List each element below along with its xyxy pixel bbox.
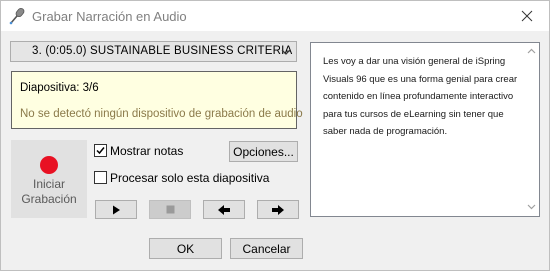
start-recording-label: Iniciar Grabación — [21, 177, 77, 206]
microphone-icon — [9, 7, 25, 25]
this-slide-only-checkbox[interactable] — [94, 171, 107, 184]
options-button[interactable]: Opciones... — [229, 141, 298, 162]
arrow-left-icon — [218, 204, 230, 215]
next-slide-button[interactable] — [257, 200, 299, 219]
notes-text: Les voy a dar una visión general de iSpr… — [323, 56, 518, 137]
close-button[interactable] — [505, 1, 549, 31]
show-notes-label[interactable]: Mostrar notas — [110, 144, 183, 158]
slide-counter: Diapositiva: 3/6 — [20, 82, 99, 94]
record-dot-icon — [40, 156, 58, 174]
checkmark-icon — [96, 147, 105, 155]
slide-select-value: 3. (0:05.0) SUSTAINABLE BUSINESS CRITERI… — [32, 45, 293, 57]
cancel-button[interactable]: Cancelar — [230, 238, 303, 259]
title-bar: Grabar Narración en Audio — [1, 1, 549, 31]
arrow-right-icon — [272, 204, 284, 215]
this-slide-only-label[interactable]: Procesar solo esta diapositiva — [110, 171, 269, 185]
chevron-down-icon — [281, 49, 291, 55]
close-icon — [521, 10, 533, 22]
scroll-down-icon[interactable] — [527, 204, 536, 210]
ok-button[interactable]: OK — [149, 238, 222, 259]
play-button[interactable] — [95, 200, 137, 219]
no-device-message: No se detectó ningún dispositivo de grab… — [20, 108, 303, 120]
record-narration-dialog: Grabar Narración en Audio 3. (0:05.0) SU… — [0, 0, 550, 271]
slide-info-panel: Diapositiva: 3/6 No se detectó ningún di… — [11, 71, 303, 129]
start-recording-button[interactable]: Iniciar Grabación — [11, 140, 87, 218]
stop-icon — [166, 205, 174, 214]
notes-textarea[interactable]: Les voy a dar una visión general de iSpr… — [310, 42, 540, 217]
window-title: Grabar Narración en Audio — [32, 9, 187, 24]
previous-slide-button[interactable] — [203, 200, 245, 219]
show-notes-checkbox[interactable] — [94, 144, 107, 157]
slide-select[interactable]: 3. (0:05.0) SUSTAINABLE BUSINESS CRITERI… — [10, 41, 297, 62]
dialog-body: 3. (0:05.0) SUSTAINABLE BUSINESS CRITERI… — [1, 31, 549, 270]
scroll-up-icon[interactable] — [527, 48, 536, 54]
stop-button[interactable] — [149, 200, 191, 219]
play-icon — [113, 205, 120, 214]
